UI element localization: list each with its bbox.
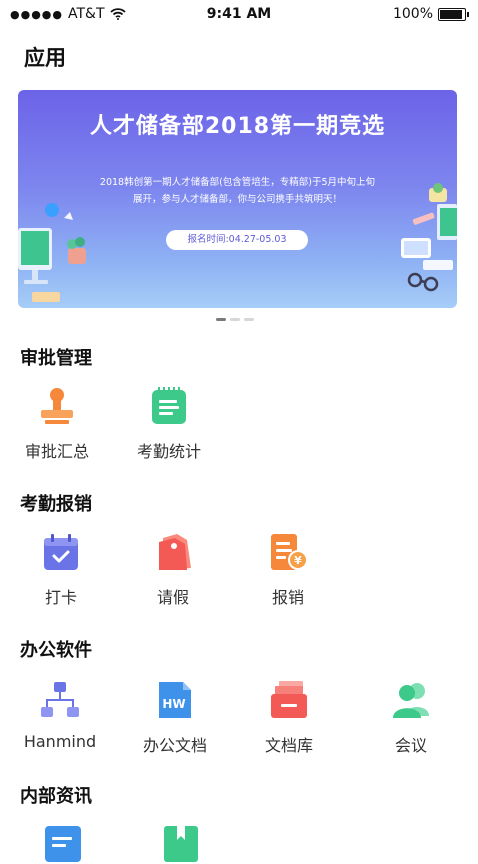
app-label: 会议 <box>394 736 427 755</box>
receipt-yen-icon: ¥ <box>271 534 308 570</box>
app-label: 考勤统计 <box>136 442 201 461</box>
status-bar: ●●●●● AT&T 9:41 AM 100% <box>0 0 478 30</box>
bookmark-book-icon <box>164 826 198 862</box>
app-reimbursement[interactable]: ¥ 报销 <box>243 532 333 608</box>
section-title-news: 内部资讯 <box>20 786 92 807</box>
battery-icon <box>438 7 469 21</box>
document-icon: HW <box>159 682 191 718</box>
archive-icon <box>271 681 307 718</box>
banner-carousel[interactable]: 人才储备部2018第一期竞选 2018韩创第一期人才储备部(包含管培生，专精部)… <box>18 90 457 308</box>
svg-text:¥: ¥ <box>294 554 302 567</box>
app-clock-in[interactable]: 打卡 <box>16 532 106 608</box>
app-label: 打卡 <box>44 588 77 607</box>
banner-desc-line-2: 展开，参与人才储备部，你与公司携手共筑明天！ <box>132 194 342 205</box>
app-label: 文档库 <box>264 736 313 755</box>
mindmap-icon <box>41 682 79 717</box>
calendar-check-icon <box>44 534 78 570</box>
banner-title: 人才储备部2018第一期竞选 <box>89 114 386 139</box>
devices-illustration-icon <box>401 183 457 292</box>
app-meeting[interactable]: 会议 <box>366 680 456 756</box>
section-title-attendance: 考勤报销 <box>20 494 92 515</box>
app-hanmind[interactable]: Hanmind <box>15 680 105 751</box>
banner-description: 2018韩创第一期人才储备部(包含管培生，专精部)于5月中旬上旬 展开，参与人才… <box>88 174 387 208</box>
page-title: 应用 <box>24 46 66 70</box>
tag-icon <box>159 534 191 570</box>
app-label: 报销 <box>271 588 304 607</box>
status-right: 100% <box>392 6 469 22</box>
app-label: Hanmind <box>23 732 97 751</box>
svg-text:HW: HW <box>162 697 185 711</box>
carousel-indicator[interactable] <box>216 318 254 321</box>
app-approval-summary[interactable]: 审批汇总 <box>12 386 102 462</box>
app-bookmarks[interactable] <box>136 824 226 864</box>
desk-illustration-icon <box>18 203 86 302</box>
carousel-dot-2[interactable] <box>230 318 240 321</box>
banner-date-pill: 报名时间:04.27-05.03 <box>166 230 308 250</box>
app-label: 办公文档 <box>142 736 207 755</box>
app-label: 审批汇总 <box>24 442 89 461</box>
stamp-icon <box>41 388 73 424</box>
carousel-dot-3[interactable] <box>244 318 254 321</box>
app-office-docs[interactable]: HW 办公文档 <box>130 680 220 756</box>
section-title-approval: 审批管理 <box>20 348 92 369</box>
app-label: 请假 <box>156 588 189 607</box>
banner-desc-line-1: 2018韩创第一期人才储备部(包含管培生，专精部)于5月中旬上旬 <box>99 177 376 188</box>
app-news[interactable] <box>18 824 108 864</box>
section-title-office: 办公软件 <box>20 640 92 661</box>
news-icon <box>45 826 81 862</box>
carousel-dot-1[interactable] <box>216 318 226 321</box>
clipboard-icon <box>152 387 186 424</box>
people-icon <box>393 683 429 718</box>
app-doc-library[interactable]: 文档库 <box>244 680 334 756</box>
app-attendance-stats[interactable]: 考勤统计 <box>124 386 214 462</box>
app-leave-request[interactable]: 请假 <box>128 532 218 608</box>
battery-label: 100% <box>392 6 433 22</box>
